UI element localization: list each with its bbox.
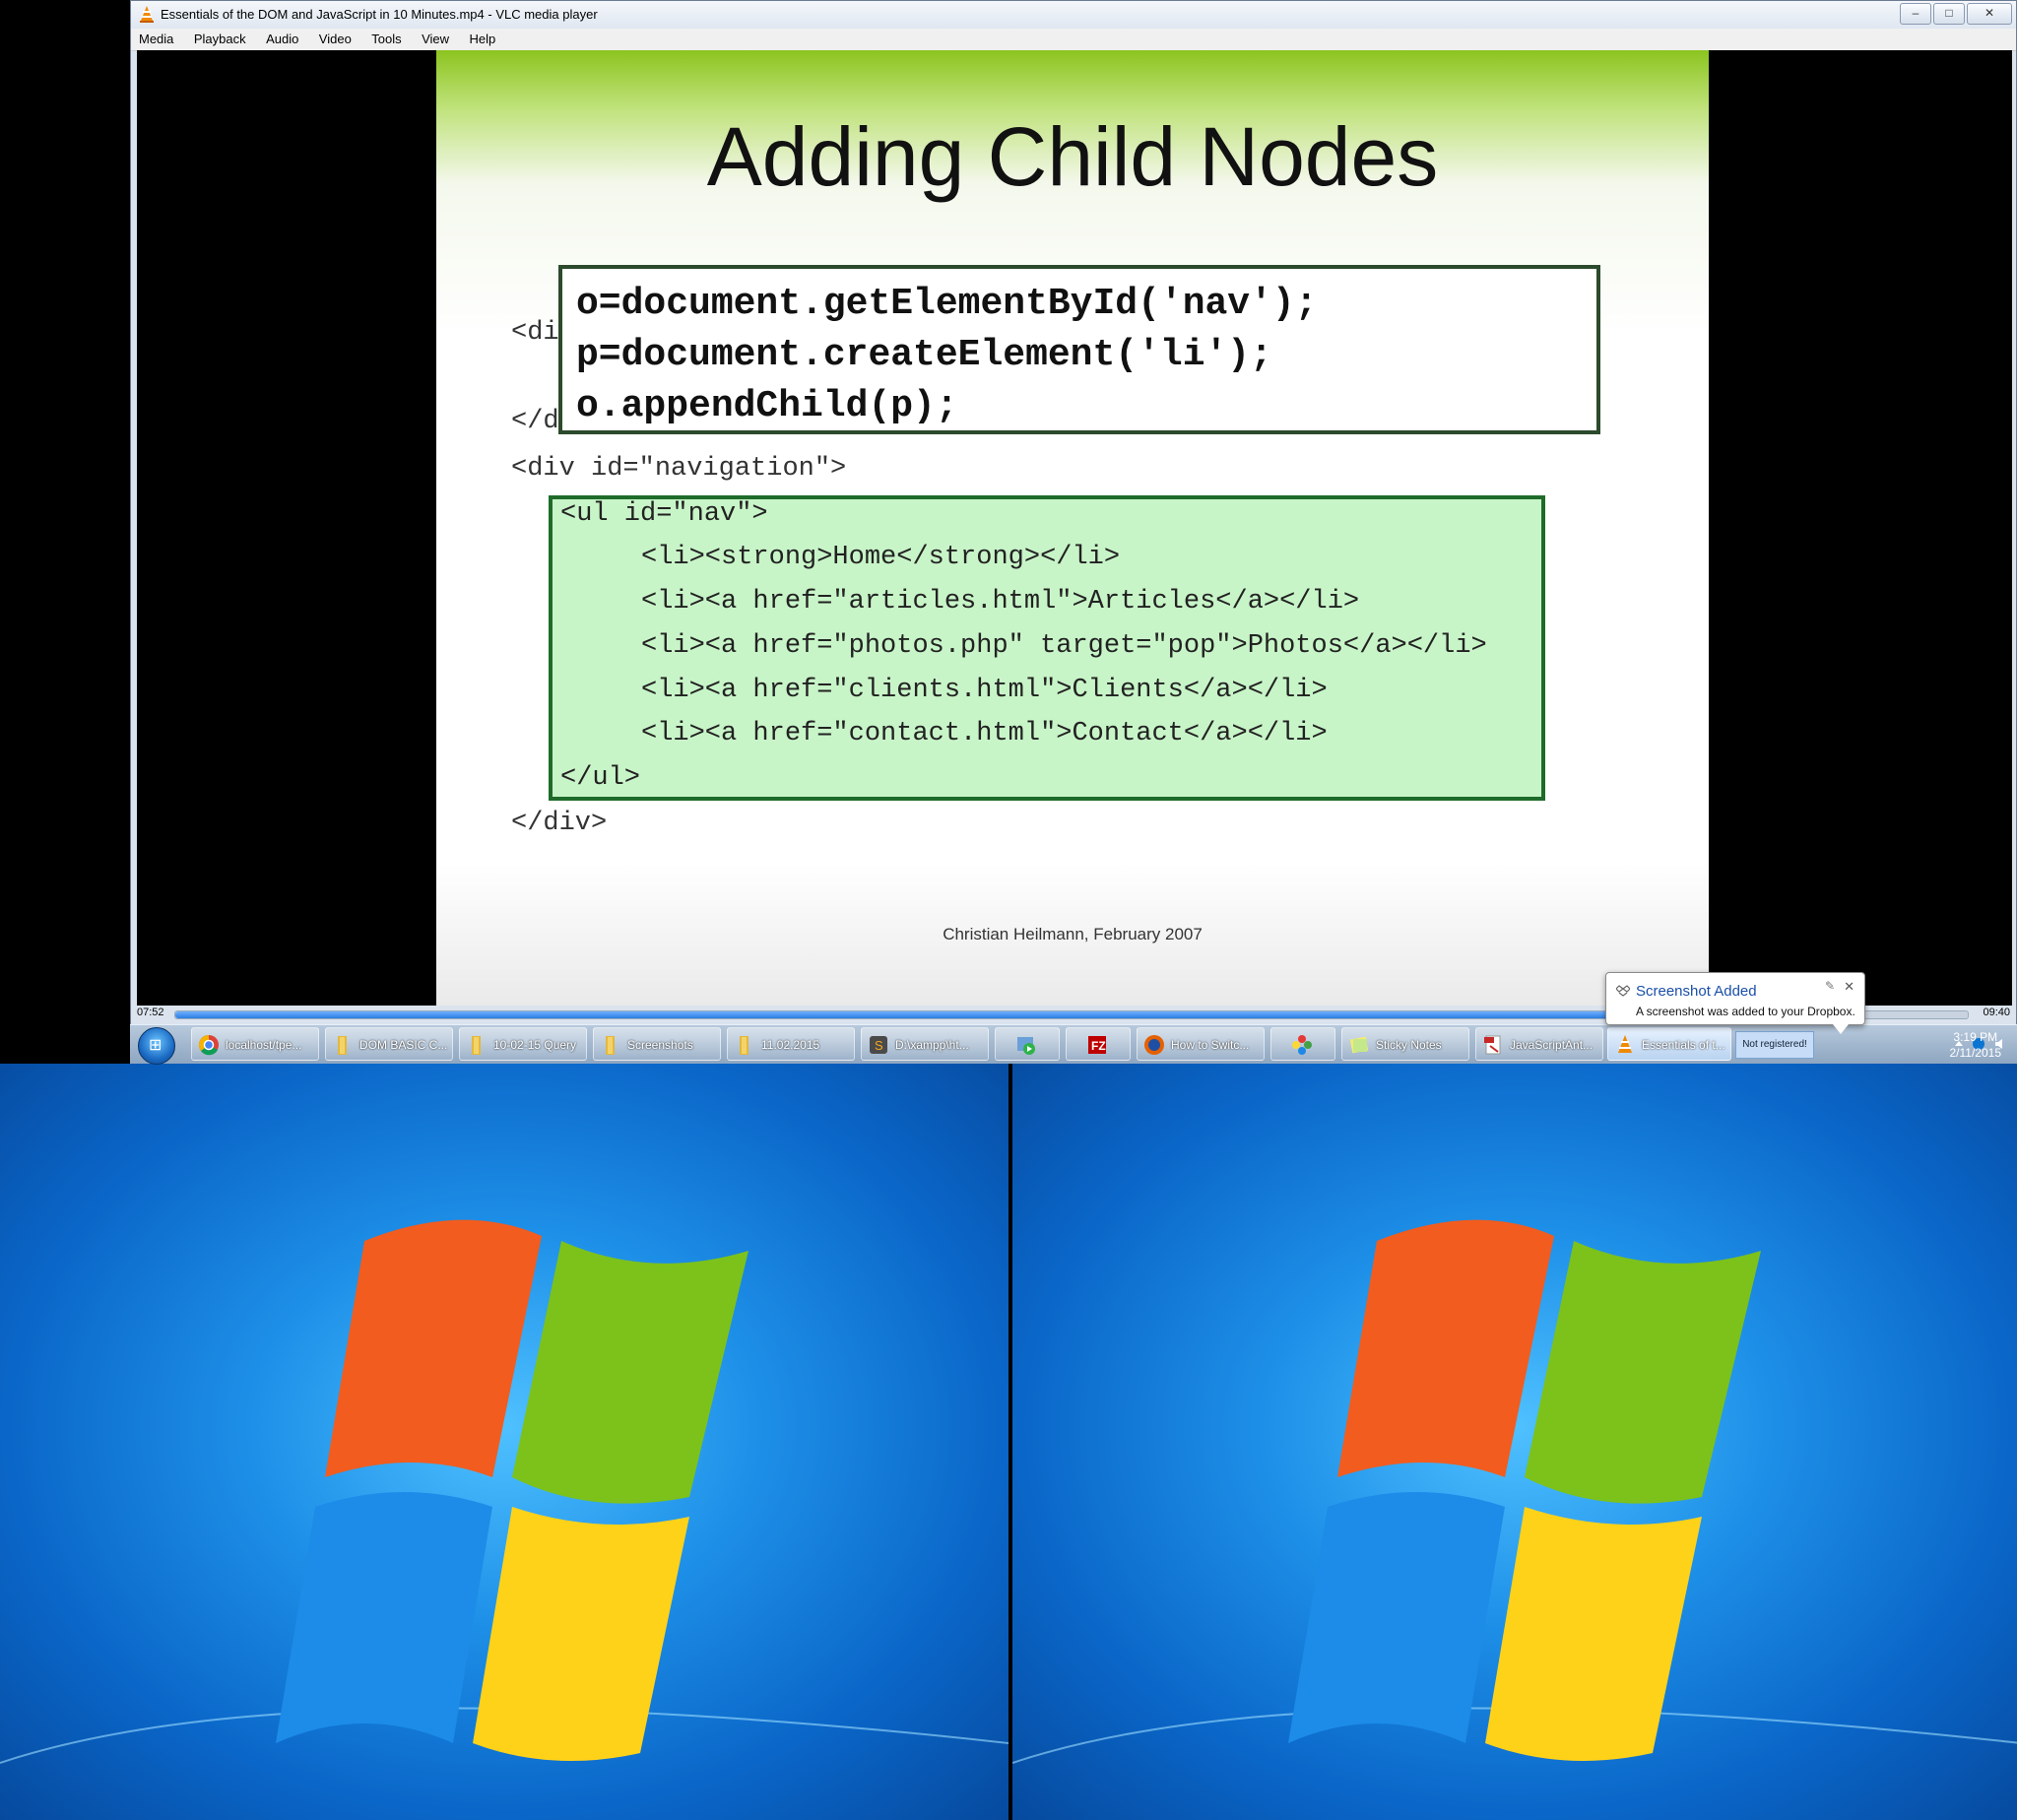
- div-close-line: </div>: [511, 809, 608, 838]
- close-button[interactable]: ✕: [1967, 3, 2012, 25]
- taskbar-label: 11.02.2015: [761, 1038, 820, 1052]
- list-line-ul-open: <ul id="nav">: [560, 499, 768, 529]
- vlc-icon: [1618, 1035, 1632, 1053]
- svg-text:FZ: FZ: [1091, 1039, 1106, 1053]
- taskbar-item-vlc[interactable]: Essentials of t...: [1607, 1027, 1731, 1061]
- slide-credit: Christian Heilmann, February 2007: [943, 925, 1203, 943]
- tray-clock[interactable]: 3:19 PM 2/11/2015: [1950, 1029, 2002, 1061]
- taskbar-item-media[interactable]: [995, 1027, 1060, 1061]
- taskbar-label: JavaScriptAnt...: [1510, 1038, 1594, 1052]
- left-black-area: [0, 0, 130, 1064]
- menu-media[interactable]: Media: [131, 29, 181, 46]
- taskbar-label: Screenshots: [627, 1038, 693, 1052]
- start-button[interactable]: ⊞: [138, 1027, 175, 1065]
- svg-text:S: S: [875, 1038, 883, 1053]
- notification-title: Screenshot Added: [1636, 983, 1757, 1000]
- total-time: 09:40: [1983, 1007, 2010, 1018]
- list-line-clients: <li><a href="clients.html">Clients</a></…: [641, 676, 1328, 705]
- notification-close-icon[interactable]: ✕: [1844, 979, 1854, 995]
- list-box: <ul id="nav"> <li><strong>Home</strong><…: [549, 495, 1545, 801]
- folder-icon: [472, 1036, 481, 1055]
- minimize-button[interactable]: –: [1900, 3, 1931, 25]
- taskbar: ⊞ localhost/tpe... DOM BASIC C... 10-02-…: [130, 1024, 2017, 1065]
- desktop-wallpaper-right: [1012, 1064, 2017, 1820]
- clock-time: 3:19 PM: [1953, 1030, 1998, 1044]
- partial-code-1: <di: [511, 318, 559, 348]
- taskbar-label: localhost/tpe...: [226, 1038, 302, 1052]
- div-open-line: <div id="navigation">: [511, 454, 847, 484]
- menu-tools[interactable]: Tools: [363, 29, 409, 46]
- vlc-window: Essentials of the DOM and JavaScript in …: [130, 0, 2017, 1064]
- sublime-icon: S: [870, 1036, 887, 1054]
- menu-video[interactable]: Video: [311, 29, 359, 46]
- chrome-icon: [199, 1035, 219, 1056]
- media-icon: [1017, 1037, 1035, 1055]
- menu-view[interactable]: View: [414, 29, 457, 46]
- notification-pointer: [1833, 1024, 1849, 1034]
- video-area[interactable]: Adding Child Nodes <di </d o=document.ge…: [137, 50, 2012, 1006]
- folder-icon: [606, 1036, 615, 1055]
- list-line-photos: <li><a href="photos.php" target="pop">Ph…: [641, 631, 1487, 661]
- title-bar[interactable]: Essentials of the DOM and JavaScript in …: [131, 1, 2016, 30]
- menu-playback[interactable]: Playback: [186, 29, 254, 46]
- folder-icon: [740, 1036, 748, 1055]
- taskbar-item-folder-screenshots[interactable]: Screenshots: [593, 1027, 721, 1061]
- folder-icon: [338, 1036, 347, 1055]
- windows-logo-right: [1012, 1219, 2017, 1764]
- slide-title: Adding Child Nodes: [706, 110, 1439, 203]
- code-line-2: p=document.createElement('li');: [576, 334, 1272, 376]
- windows-logo-left: [0, 1219, 1008, 1764]
- dropbox-icon: [1616, 985, 1630, 997]
- elapsed-time: 07:52: [137, 1007, 164, 1018]
- taskbar-item-sublime[interactable]: S D:\xampp\ht...: [861, 1027, 989, 1061]
- taskbar-item-flower[interactable]: [1270, 1027, 1335, 1061]
- code-box: o=document.getElementById('nav'); p=docu…: [558, 265, 1600, 434]
- taskbar-item-folder-dom[interactable]: DOM BASIC C...: [325, 1027, 453, 1061]
- list-line-home: <li><strong>Home</strong></li>: [641, 543, 1121, 572]
- desktop-wallpaper-left: [0, 1064, 1008, 1820]
- taskbar-item-chrome[interactable]: localhost/tpe...: [191, 1027, 319, 1061]
- taskbar-label: 10-02-15 Query: [493, 1038, 577, 1052]
- filezilla-icon: FZ: [1088, 1036, 1106, 1054]
- clock-date: 2/11/2015: [1949, 1046, 2002, 1060]
- vlc-cone-icon: [140, 6, 154, 23]
- notification-body: A screenshot was added to your Dropbox.: [1636, 1005, 1855, 1018]
- taskbar-label: Sticky Notes: [1376, 1038, 1442, 1052]
- list-line-ul-close: </ul>: [560, 763, 641, 793]
- seek-progress: [175, 1011, 1628, 1018]
- taskbar-item-folder-query[interactable]: 10-02-15 Query: [459, 1027, 587, 1061]
- partial-code-2: </d: [511, 407, 559, 436]
- taskbar-label: Essentials of t...: [1642, 1038, 1725, 1052]
- firefox-icon: [1144, 1035, 1164, 1055]
- slide: Adding Child Nodes <di </d o=document.ge…: [436, 50, 1709, 1006]
- taskbar-label: DOM BASIC C...: [359, 1038, 448, 1052]
- menu-help[interactable]: Help: [461, 29, 503, 46]
- flower-icon: [1292, 1035, 1312, 1055]
- window-title: Essentials of the DOM and JavaScript in …: [161, 7, 598, 22]
- menu-bar: Media Playback Audio Video Tools View He…: [131, 29, 2016, 51]
- list-line-contact: <li><a href="contact.html">Contact</a></…: [641, 719, 1328, 748]
- taskbar-item-folder-date[interactable]: 11.02.2015: [727, 1027, 855, 1061]
- not-registered-badge[interactable]: Not registered!: [1735, 1031, 1814, 1059]
- taskbar-item-firefox[interactable]: How to Switc...: [1137, 1027, 1265, 1061]
- taskbar-item-filezilla[interactable]: FZ: [1066, 1027, 1131, 1061]
- code-line-1: o=document.getElementById('nav');: [576, 283, 1318, 325]
- taskbar-label: How to Switc...: [1171, 1038, 1250, 1052]
- taskbar-item-pdf[interactable]: JavaScriptAnt...: [1475, 1027, 1603, 1061]
- pdf-icon: [1484, 1035, 1501, 1055]
- taskbar-item-sticky-notes[interactable]: Sticky Notes: [1341, 1027, 1469, 1061]
- dropbox-notification[interactable]: Screenshot Added A screenshot was added …: [1605, 972, 1865, 1034]
- windows-flag-icon: ⊞: [149, 1037, 163, 1054]
- settings-wrench-icon[interactable]: ✎: [1825, 979, 1835, 993]
- taskbar-label: D:\xampp\ht...: [895, 1038, 969, 1052]
- maximize-button[interactable]: □: [1933, 3, 1965, 25]
- code-line-3: o.appendChild(p);: [576, 385, 958, 427]
- sticky-notes-icon: [1349, 1036, 1369, 1054]
- list-line-articles: <li><a href="articles.html">Articles</a>…: [641, 587, 1360, 617]
- menu-audio[interactable]: Audio: [258, 29, 306, 46]
